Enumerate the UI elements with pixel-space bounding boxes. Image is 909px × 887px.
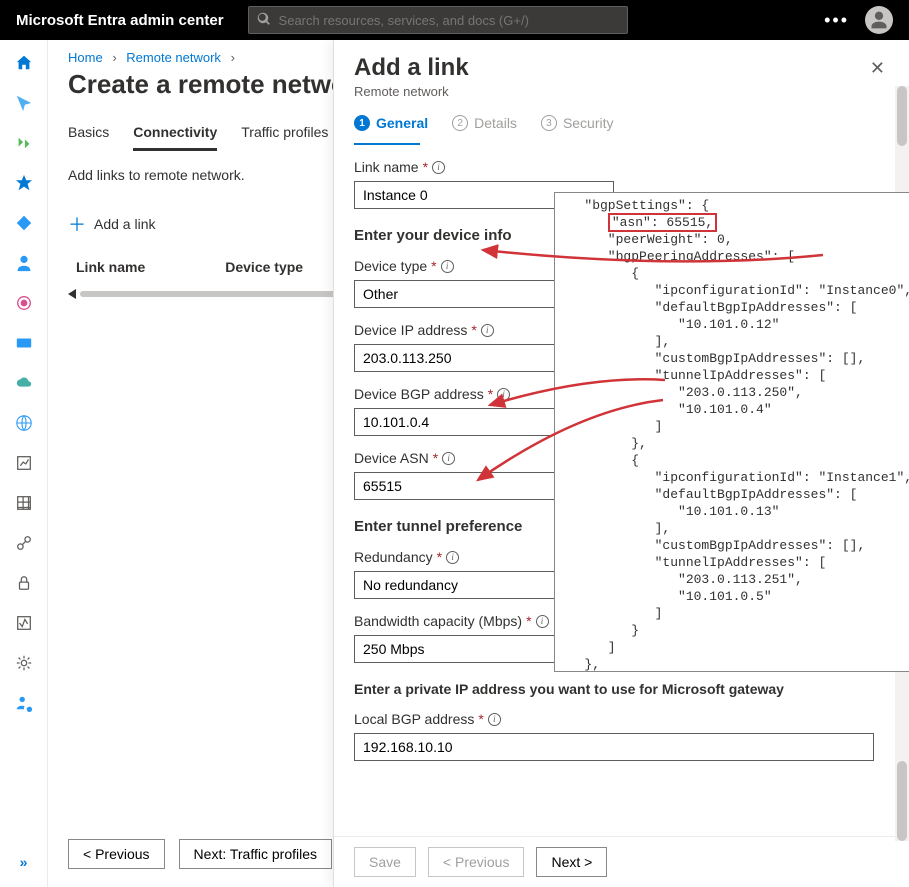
cloud-icon[interactable]: [15, 374, 33, 392]
info-icon[interactable]: i: [497, 388, 510, 401]
more-icon[interactable]: •••: [824, 10, 849, 31]
search-icon: [257, 12, 271, 29]
main: Home › Remote network › Create a remote …: [48, 40, 909, 887]
breadcrumb-home[interactable]: Home: [68, 50, 103, 65]
chart-icon[interactable]: [15, 454, 33, 472]
add-link-button[interactable]: ＋ Add a link: [68, 211, 155, 237]
panel-next-button[interactable]: Next >: [536, 847, 607, 877]
step-security[interactable]: 3Security: [541, 115, 614, 131]
tab-connectivity[interactable]: Connectivity: [133, 116, 217, 151]
info-icon[interactable]: i: [441, 260, 454, 273]
tab-profiles[interactable]: Traffic profiles: [241, 116, 328, 151]
panel-prev-button: < Previous: [428, 847, 525, 877]
col-link-name: Link name: [76, 259, 145, 275]
home-icon[interactable]: [15, 54, 33, 72]
person-cog-icon[interactable]: [15, 694, 33, 712]
panel-footer: Save < Previous Next >: [334, 836, 909, 887]
leftnav: »: [0, 40, 48, 887]
col-device-type: Device type: [225, 259, 303, 275]
info-icon[interactable]: i: [442, 452, 455, 465]
card-icon[interactable]: [15, 334, 33, 352]
section-gateway: Enter a private IP address you want to u…: [354, 681, 889, 697]
activity-icon[interactable]: [15, 614, 33, 632]
avatar[interactable]: [865, 6, 893, 34]
close-icon[interactable]: ✕: [866, 54, 889, 83]
add-link-label: Add a link: [94, 216, 155, 232]
wizard-steps: 1General 2Details 3Security: [334, 105, 909, 145]
product-title: Microsoft Entra admin center: [16, 12, 224, 29]
info-icon[interactable]: i: [536, 615, 549, 628]
json-overlay: "bgpSettings": { "asn": 65515, "peerWeig…: [554, 192, 909, 672]
scroll-left-icon[interactable]: [68, 289, 76, 299]
tab-basics[interactable]: Basics: [68, 116, 109, 151]
globe-icon[interactable]: [15, 414, 33, 432]
search-input[interactable]: [279, 13, 619, 28]
prev-button[interactable]: < Previous: [68, 839, 165, 869]
info-icon[interactable]: i: [481, 324, 494, 337]
info-icon[interactable]: i: [432, 161, 445, 174]
panel-title: Add a link: [354, 54, 469, 82]
breadcrumb-remote[interactable]: Remote network: [126, 50, 221, 65]
save-button: Save: [354, 847, 416, 877]
pin-icon[interactable]: [15, 94, 33, 112]
circle-icon[interactable]: [15, 294, 33, 312]
settings-icon[interactable]: [15, 654, 33, 672]
search-box[interactable]: [248, 6, 628, 34]
step-details[interactable]: 2Details: [452, 115, 517, 131]
info-icon[interactable]: i: [446, 551, 459, 564]
local-bgp-input[interactable]: [354, 733, 874, 761]
page-footer-buttons: < Previous Next: Traffic profiles: [68, 839, 332, 869]
diamond-icon[interactable]: [15, 214, 33, 232]
tools-icon[interactable]: [15, 134, 33, 152]
next-button[interactable]: Next: Traffic profiles: [179, 839, 332, 869]
topbar: Microsoft Entra admin center •••: [0, 0, 909, 40]
favorites-icon[interactable]: [15, 174, 33, 192]
lock-icon[interactable]: [15, 574, 33, 592]
panel-subtitle: Remote network: [354, 84, 469, 99]
info-icon[interactable]: i: [488, 713, 501, 726]
plus-icon: ＋: [68, 211, 86, 237]
expand-icon[interactable]: »: [15, 853, 33, 871]
link-icon[interactable]: [15, 534, 33, 552]
step-general[interactable]: 1General: [354, 115, 428, 131]
grid-icon[interactable]: [15, 494, 33, 512]
user-icon[interactable]: [15, 254, 33, 272]
